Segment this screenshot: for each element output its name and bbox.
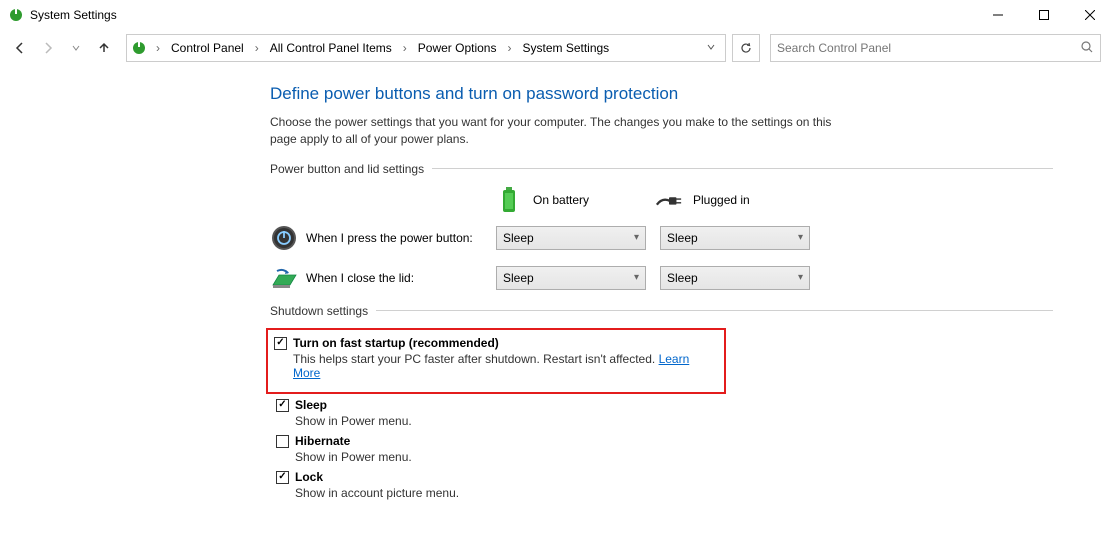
chevron-right-icon: › xyxy=(151,41,165,55)
lid-row-label: When I close the lid: xyxy=(306,271,496,285)
power-button-battery-select[interactable]: Sleep▾ xyxy=(496,226,646,250)
recent-dropdown[interactable] xyxy=(64,36,88,60)
hibernate-desc: Show in Power menu. xyxy=(295,450,1053,464)
shutdown-section-header: Shutdown settings xyxy=(270,304,1053,318)
power-button-icon xyxy=(270,224,298,252)
back-button[interactable] xyxy=(8,36,32,60)
breadcrumb-power-options[interactable]: Power Options xyxy=(416,41,499,55)
lock-checkbox[interactable] xyxy=(276,471,289,484)
search-icon xyxy=(1080,40,1094,57)
chevron-down-icon: ▾ xyxy=(634,272,639,283)
maximize-button[interactable] xyxy=(1021,0,1067,30)
lock-label: Lock xyxy=(295,470,323,484)
power-button-section-header: Power button and lid settings xyxy=(270,162,1053,176)
fast-startup-desc: This helps start your PC faster after sh… xyxy=(293,352,655,366)
hibernate-checkbox[interactable] xyxy=(276,435,289,448)
chevron-right-icon: › xyxy=(398,41,412,55)
refresh-button[interactable] xyxy=(732,34,760,62)
chevron-right-icon: › xyxy=(502,41,516,55)
breadcrumb-system-settings[interactable]: System Settings xyxy=(520,41,611,55)
chevron-down-icon: ▾ xyxy=(798,232,803,243)
power-button-plugged-select[interactable]: Sleep▾ xyxy=(660,226,810,250)
page-description: Choose the power settings that you want … xyxy=(270,114,850,148)
search-box[interactable] xyxy=(770,34,1101,62)
titlebar: System Settings xyxy=(0,0,1113,30)
close-button[interactable] xyxy=(1067,0,1113,30)
chevron-down-icon[interactable] xyxy=(701,41,721,55)
power-options-app-icon xyxy=(8,7,24,23)
breadcrumb-all-items[interactable]: All Control Panel Items xyxy=(268,41,394,55)
navigation-bar: › Control Panel › All Control Panel Item… xyxy=(0,30,1113,66)
search-input[interactable] xyxy=(777,41,1076,55)
lid-icon xyxy=(270,264,298,292)
chevron-right-icon: › xyxy=(250,41,264,55)
sleep-label: Sleep xyxy=(295,398,327,412)
on-battery-column-header: On battery xyxy=(495,186,655,214)
forward-button[interactable] xyxy=(36,36,60,60)
minimize-button[interactable] xyxy=(975,0,1021,30)
sleep-desc: Show in Power menu. xyxy=(295,414,1053,428)
power-button-row-label: When I press the power button: xyxy=(306,231,496,245)
plugged-in-column-header: Plugged in xyxy=(655,186,815,214)
chevron-down-icon: ▾ xyxy=(634,232,639,243)
chevron-down-icon: ▾ xyxy=(798,272,803,283)
page-title: Define power buttons and turn on passwor… xyxy=(270,84,1053,104)
lock-desc: Show in account picture menu. xyxy=(295,486,1053,500)
fast-startup-highlight: Turn on fast startup (recommended) This … xyxy=(266,328,726,394)
address-bar[interactable]: › Control Panel › All Control Panel Item… xyxy=(126,34,726,62)
sleep-checkbox[interactable] xyxy=(276,399,289,412)
window-title: System Settings xyxy=(30,8,117,22)
breadcrumb-control-panel[interactable]: Control Panel xyxy=(169,41,246,55)
hibernate-label: Hibernate xyxy=(295,434,350,448)
lid-battery-select[interactable]: Sleep▾ xyxy=(496,266,646,290)
power-options-icon xyxy=(131,40,147,56)
fast-startup-checkbox[interactable] xyxy=(274,337,287,350)
battery-icon xyxy=(495,186,523,214)
fast-startup-label: Turn on fast startup (recommended) xyxy=(293,336,499,350)
up-button[interactable] xyxy=(92,36,116,60)
lid-plugged-select[interactable]: Sleep▾ xyxy=(660,266,810,290)
plug-icon xyxy=(655,186,683,214)
